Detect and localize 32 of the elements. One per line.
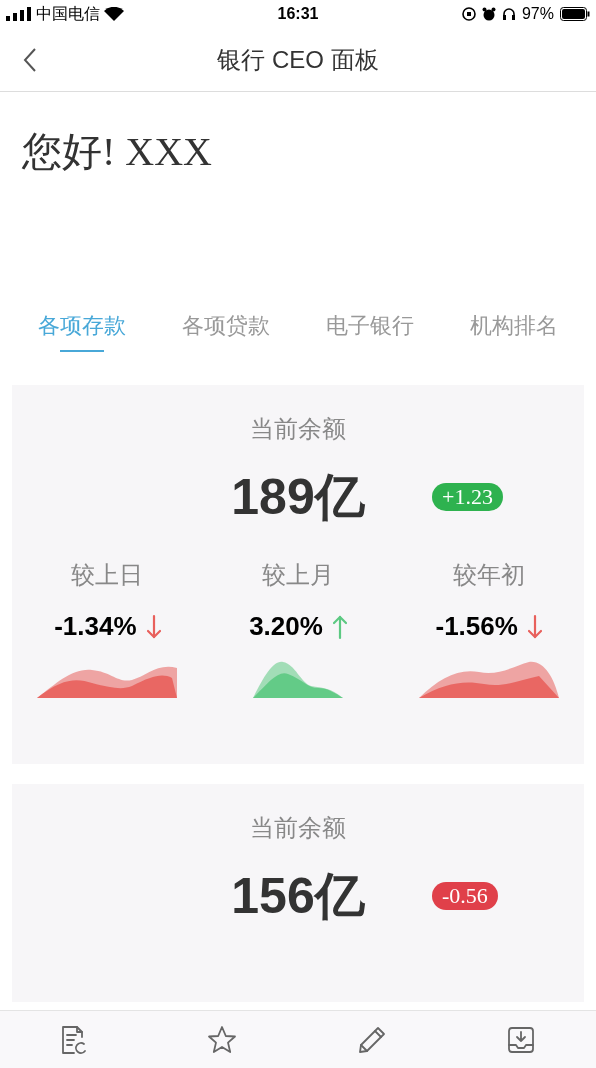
headphones-icon xyxy=(501,7,516,21)
metric-change: -1.56% xyxy=(435,610,518,643)
metric-label: 较上月 xyxy=(262,560,334,590)
card-title: 当前余额 xyxy=(250,414,346,444)
back-icon xyxy=(23,47,37,73)
metric-label: 较上日 xyxy=(71,560,144,590)
category-tab[interactable]: 电子银行 xyxy=(326,307,414,355)
metric-label: 较年初 xyxy=(452,560,525,590)
star-icon[interactable] xyxy=(207,1024,238,1055)
carrier-name: 中国电信 xyxy=(36,4,100,24)
inbox-icon[interactable] xyxy=(506,1024,537,1055)
battery-icon xyxy=(560,7,590,21)
page-title: 银行 CEO 面板 xyxy=(217,44,379,75)
category-tab[interactable]: 机构排名 xyxy=(470,307,558,355)
document-icon[interactable] xyxy=(59,1024,88,1055)
rotation-lock-icon xyxy=(461,7,476,21)
change-badge: -0.56 xyxy=(432,882,498,910)
metric-change: 3.20% xyxy=(249,610,323,643)
battery-percent: 97% xyxy=(521,4,554,24)
greeting-text: 您好! XXX xyxy=(22,129,212,174)
metric-change: -1.34% xyxy=(54,610,137,643)
signal-icon xyxy=(6,7,32,21)
category-tab[interactable]: 各项贷款 xyxy=(182,307,270,355)
balance-value: 189亿 xyxy=(231,467,365,527)
clock-time: 16:31 xyxy=(277,4,319,24)
pencil-icon[interactable] xyxy=(356,1024,387,1055)
balance-value: 156亿 xyxy=(231,866,365,926)
change-badge: +1.23 xyxy=(432,483,503,511)
alarm-icon xyxy=(481,7,496,21)
card-title: 当前余额 xyxy=(250,813,346,843)
wifi-icon xyxy=(104,6,124,22)
category-tab[interactable]: 各项存款 xyxy=(38,307,126,355)
